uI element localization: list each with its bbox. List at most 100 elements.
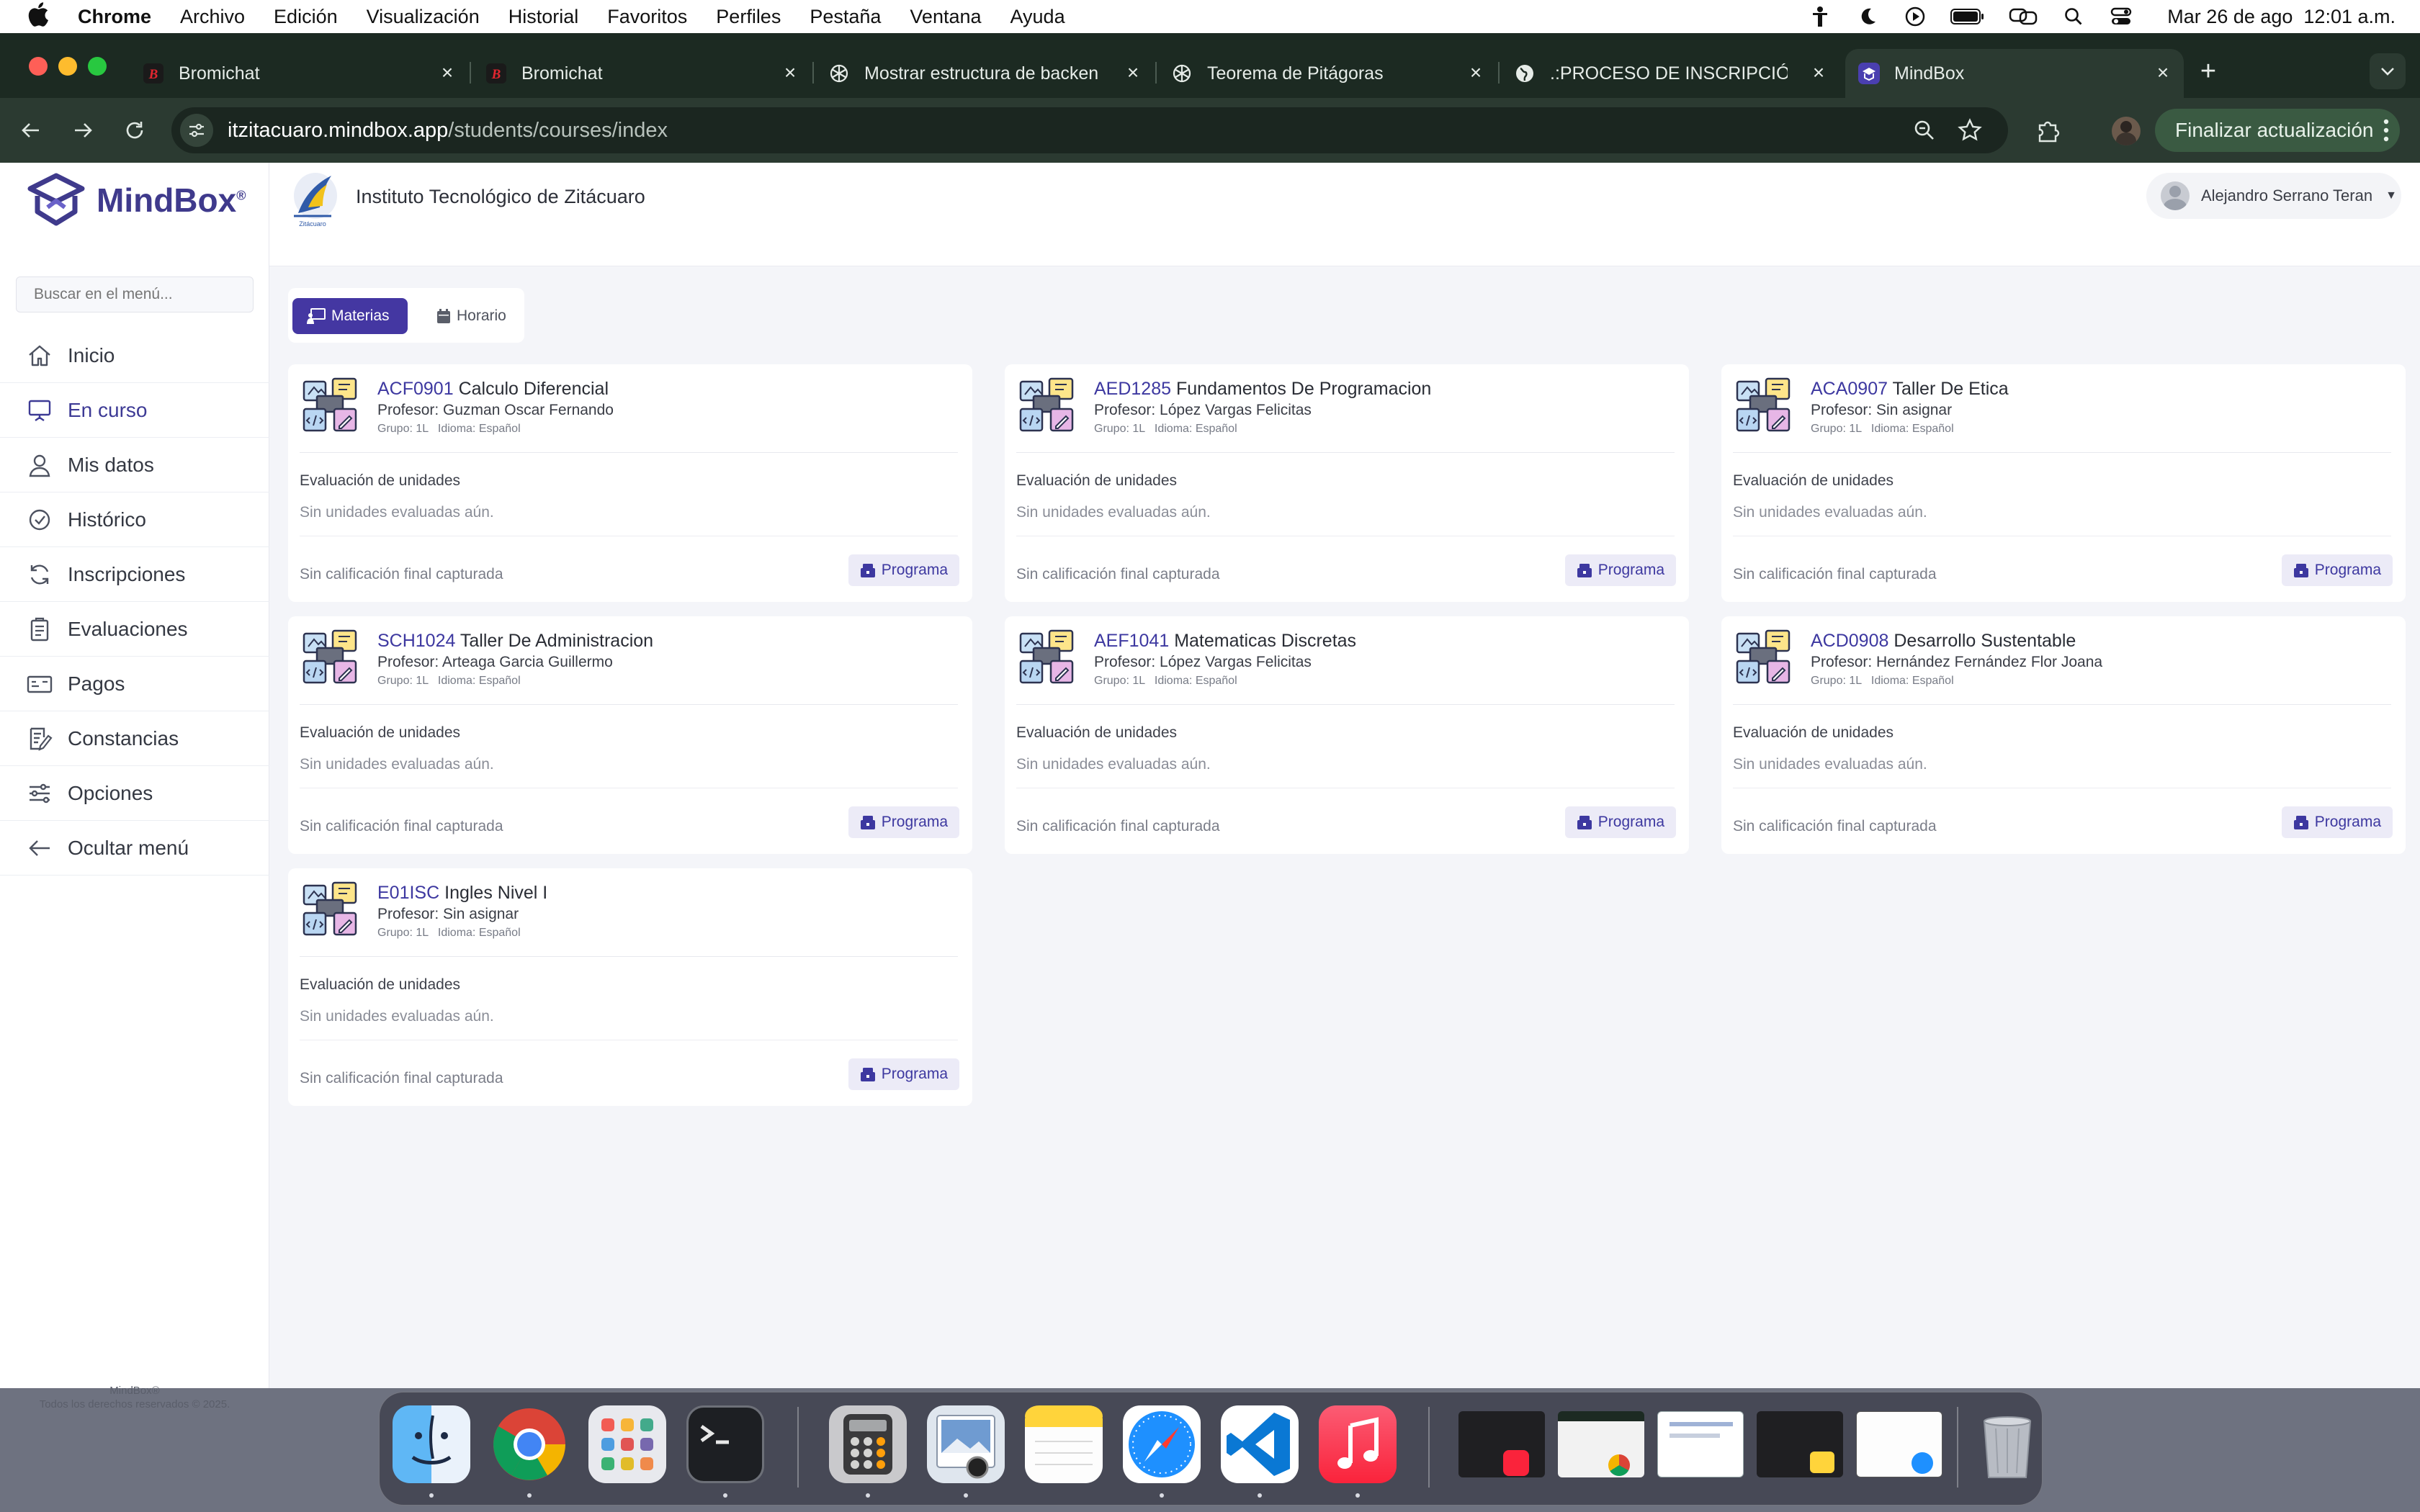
- menu-archivo[interactable]: Archivo: [180, 6, 245, 28]
- back-button[interactable]: [14, 114, 48, 147]
- sidebar-item-pagos[interactable]: Pagos: [0, 657, 269, 711]
- sidebar-item-inscripciones[interactable]: Inscripciones: [0, 547, 269, 602]
- more-vertical-icon[interactable]: [2383, 117, 2390, 148]
- accessibility-status-icon[interactable]: [1807, 6, 1833, 27]
- course-title[interactable]: AED1285 Fundamentos De Programacion: [1094, 379, 1431, 400]
- tab-materias[interactable]: Materias: [292, 298, 408, 334]
- url-text[interactable]: itzitacuaro.mindbox.app/students/courses…: [228, 119, 668, 143]
- menu-perfiles[interactable]: Perfiles: [716, 6, 781, 28]
- sidebar-item-evaluaciones[interactable]: Evaluaciones: [0, 602, 269, 657]
- program-button[interactable]: Programa: [2281, 806, 2393, 838]
- music-window-thumbnail[interactable]: [1458, 1411, 1545, 1477]
- browser-tab-bromichat[interactable]: B Bromichat ×: [130, 49, 468, 98]
- extensions-icon[interactable]: [2035, 117, 2063, 148]
- menu-edicion[interactable]: Edición: [274, 6, 338, 28]
- mindbox-logo[interactable]: MindBox®: [26, 173, 246, 228]
- control-center-icon[interactable]: [2108, 6, 2134, 27]
- program-button[interactable]: Programa: [1564, 806, 1676, 838]
- program-button[interactable]: Programa: [848, 1058, 959, 1090]
- address-bar[interactable]: itzitacuaro.mindbox.app/students/courses…: [171, 107, 2008, 153]
- update-chrome-button[interactable]: Finalizar actualización: [2155, 109, 2400, 152]
- profile-avatar[interactable]: [2112, 117, 2141, 145]
- notes-icon[interactable]: [1025, 1405, 1103, 1483]
- course-title[interactable]: SCH1024 Taller De Administracion: [377, 631, 653, 652]
- sidebar-item-constancias[interactable]: Constancias: [0, 711, 269, 766]
- calculator-icon[interactable]: [829, 1405, 907, 1483]
- course-title[interactable]: ACF0901 Calculo Diferencial: [377, 379, 609, 400]
- menu-pestana[interactable]: Pestaña: [810, 6, 881, 28]
- divider: [1016, 452, 1675, 453]
- close-tab-icon[interactable]: ×: [436, 62, 458, 84]
- tab-search-button[interactable]: [2370, 53, 2406, 89]
- safari-window-thumbnail[interactable]: [1856, 1411, 1942, 1477]
- menu-ayuda[interactable]: Ayuda: [1010, 6, 1065, 28]
- browser-tab-bromichat-2[interactable]: B Bromichat ×: [472, 49, 811, 98]
- close-tab-icon[interactable]: ×: [1122, 62, 1144, 84]
- zoom-icon[interactable]: [1913, 119, 1936, 145]
- zoom-window-button[interactable]: [88, 57, 107, 76]
- sidebar-item-opciones[interactable]: Opciones: [0, 766, 269, 821]
- play-circle-icon[interactable]: [1902, 6, 1928, 27]
- program-button[interactable]: Programa: [848, 806, 959, 838]
- close-tab-icon[interactable]: ×: [1808, 62, 1829, 84]
- close-tab-icon[interactable]: ×: [2152, 62, 2174, 84]
- minimize-window-button[interactable]: [58, 57, 77, 76]
- browser-tab-mindbox[interactable]: MindBox ×: [1845, 49, 2184, 98]
- chrome-icon[interactable]: [490, 1405, 568, 1483]
- menu-favoritos[interactable]: Favoritos: [607, 6, 687, 28]
- moon-icon[interactable]: [1855, 6, 1881, 27]
- program-button[interactable]: Programa: [1564, 554, 1676, 586]
- macos-dock: [379, 1392, 2043, 1506]
- sidebar-item-inicio[interactable]: Inicio: [0, 328, 269, 383]
- browser-tab-inscripcion[interactable]: .:PROCESO DE INSCRIPCIÓN ×: [1501, 49, 1839, 98]
- sidebar-item-en-curso[interactable]: En curso: [0, 383, 269, 438]
- course-title[interactable]: ACD0908 Desarrollo Sustentable: [1811, 631, 2076, 652]
- forward-button[interactable]: [66, 114, 99, 147]
- browser-tab-backend-structure[interactable]: Mostrar estructura de backen ×: [815, 49, 1154, 98]
- footer-brand: MindBox®: [109, 1385, 160, 1397]
- trash-icon[interactable]: [1968, 1405, 2046, 1483]
- preview-icon[interactable]: [927, 1405, 1005, 1483]
- close-window-button[interactable]: [29, 57, 48, 76]
- menu-visualizacion[interactable]: Visualización: [367, 6, 480, 28]
- document-window-thumbnail[interactable]: [1657, 1411, 1744, 1477]
- close-tab-icon[interactable]: ×: [1465, 62, 1487, 84]
- browser-toolbar: itzitacuaro.mindbox.app/students/courses…: [0, 98, 2420, 163]
- user-menu[interactable]: Alejandro Serrano Teran ▼: [2146, 173, 2401, 219]
- menubar-clock[interactable]: Mar 26 de ago 12:01 a.m.: [2167, 6, 2396, 28]
- menu-historial[interactable]: Historial: [508, 6, 579, 28]
- program-button[interactable]: Programa: [848, 554, 959, 586]
- safari-icon[interactable]: [1123, 1405, 1201, 1483]
- bookmark-star-icon[interactable]: [1958, 118, 1982, 146]
- sidebar-item-ocultar-menu[interactable]: Ocultar menú: [0, 821, 269, 876]
- program-button[interactable]: Programa: [2281, 554, 2393, 586]
- course-title[interactable]: ACA0907 Taller De Etica: [1811, 379, 2009, 400]
- site-settings-icon[interactable]: [180, 114, 213, 147]
- course-title[interactable]: AEF1041 Matematicas Discretas: [1094, 631, 1356, 652]
- close-tab-icon[interactable]: ×: [779, 62, 801, 84]
- new-tab-button[interactable]: +: [2195, 58, 2221, 85]
- vscode-icon[interactable]: [1221, 1405, 1299, 1483]
- course-title[interactable]: E01ISC Ingles Nivel I: [377, 883, 547, 904]
- apple-menu-icon[interactable]: [27, 1, 63, 32]
- launchpad-icon[interactable]: [588, 1405, 666, 1483]
- menu-app-name[interactable]: Chrome: [78, 6, 151, 28]
- tab-title: Bromichat: [179, 63, 260, 84]
- browser-tab-pitagoras[interactable]: Teorema de Pitágoras ×: [1158, 49, 1497, 98]
- notes-window-thumbnail[interactable]: [1757, 1411, 1843, 1477]
- reload-button[interactable]: [118, 114, 151, 147]
- finder-icon[interactable]: [393, 1405, 470, 1483]
- institution-logo[interactable]: Zitácuaro: [287, 170, 340, 228]
- sidebar-item-historico[interactable]: Histórico: [0, 492, 269, 547]
- music-icon[interactable]: [1319, 1405, 1397, 1483]
- menu-search-input[interactable]: [16, 276, 254, 312]
- sidebar-item-mis-datos[interactable]: Mis datos: [0, 438, 269, 492]
- chrome-window-thumbnail[interactable]: [1558, 1411, 1644, 1477]
- menu-ventana[interactable]: Ventana: [910, 6, 981, 28]
- divider: [1016, 704, 1675, 705]
- battery-icon[interactable]: [1950, 6, 1986, 27]
- screen-mirroring-icon[interactable]: [2007, 6, 2039, 27]
- spotlight-search-icon[interactable]: [2061, 6, 2087, 27]
- terminal-icon[interactable]: [686, 1405, 764, 1483]
- tab-horario[interactable]: Horario: [422, 298, 516, 334]
